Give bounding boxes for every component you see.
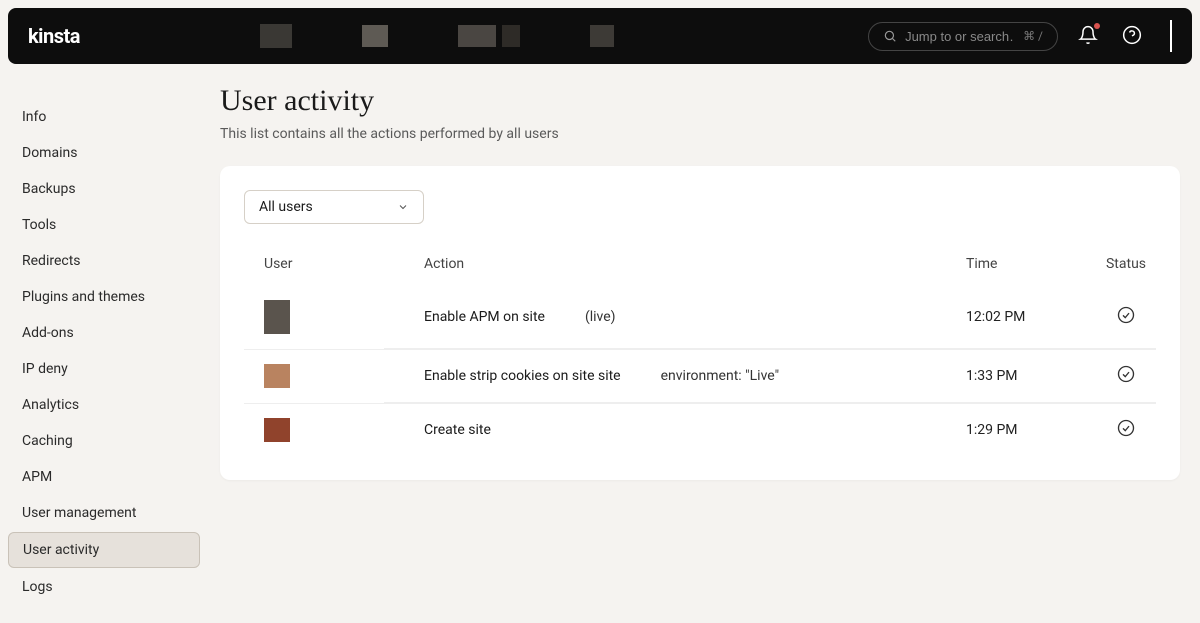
time-cell: 1:29 PM (966, 422, 1096, 438)
search-input[interactable] (905, 29, 1015, 44)
activity-card: All users User Action Time Status Enable… (220, 166, 1180, 480)
sidebar-item-add-ons[interactable]: Add-ons (8, 316, 200, 350)
notifications-button[interactable] (1074, 21, 1102, 52)
table-row: Enable strip cookies on site site enviro… (244, 349, 1156, 402)
avatar (264, 364, 290, 388)
sidebar-item-domains[interactable]: Domains (8, 136, 200, 170)
table-row: Create site 1:29 PM (244, 403, 1156, 456)
sidebar-item-logs[interactable]: Logs (8, 570, 200, 604)
action-text: Create site (424, 422, 491, 438)
action-extra: (live) (585, 309, 616, 325)
table-header: User Action Time Status (244, 246, 1156, 286)
sidebar-item-caching[interactable]: Caching (8, 424, 200, 458)
swatch (458, 25, 496, 47)
sidebar-item-plugins-and-themes[interactable]: Plugins and themes (8, 280, 200, 314)
table-row: Enable APM on site (live) 12:02 PM (244, 286, 1156, 348)
page-subtitle: This list contains all the actions perfo… (220, 126, 1180, 142)
swatch (502, 25, 520, 47)
chevron-down-icon (397, 201, 409, 213)
avatar (264, 300, 290, 334)
swatch (362, 25, 388, 47)
sidebar-item-ip-deny[interactable]: IP deny (8, 352, 200, 386)
sidebar-item-tools[interactable]: Tools (8, 208, 200, 242)
topbar-swatches (260, 24, 614, 48)
topbar-right: ⌘ / (868, 20, 1172, 52)
sidebar-item-analytics[interactable]: Analytics (8, 388, 200, 422)
status-cell (1096, 306, 1156, 328)
logo: kinsta (28, 24, 80, 48)
sidebar: InfoDomainsBackupsToolsRedirectsPlugins … (8, 84, 200, 606)
time-cell: 12:02 PM (966, 309, 1096, 325)
help-button[interactable] (1118, 21, 1146, 52)
user-filter-dropdown[interactable]: All users (244, 190, 424, 224)
time-cell: 1:33 PM (966, 368, 1096, 384)
status-cell (1096, 365, 1156, 387)
action-text: Enable APM on site (424, 309, 545, 325)
check-circle-icon (1117, 365, 1135, 383)
search-icon (883, 29, 897, 43)
activity-table: User Action Time Status Enable APM on si… (244, 246, 1156, 456)
swatch (260, 24, 292, 48)
topbar: kinsta ⌘ / (8, 8, 1192, 64)
column-time: Time (966, 256, 1096, 272)
search-shortcut: ⌘ / (1023, 29, 1043, 43)
column-user: User (244, 256, 424, 272)
sidebar-item-info[interactable]: Info (8, 100, 200, 134)
notification-dot (1094, 23, 1100, 29)
check-circle-icon (1117, 419, 1135, 437)
search-box[interactable]: ⌘ / (868, 22, 1058, 51)
sidebar-item-backups[interactable]: Backups (8, 172, 200, 206)
check-circle-icon (1117, 306, 1135, 324)
column-action: Action (424, 256, 966, 272)
avatar (264, 418, 290, 442)
dropdown-label: All users (259, 199, 313, 215)
action-extra: environment: "Live" (661, 368, 779, 384)
help-icon (1122, 25, 1142, 45)
page-title: User activity (220, 84, 1180, 118)
swatch (590, 25, 614, 47)
divider (1170, 20, 1172, 52)
status-cell (1096, 419, 1156, 441)
main-content: User activity This list contains all the… (220, 84, 1192, 606)
sidebar-item-user-management[interactable]: User management (8, 496, 200, 530)
action-text: Enable strip cookies on site site (424, 368, 621, 384)
sidebar-item-apm[interactable]: APM (8, 460, 200, 494)
column-status: Status (1096, 256, 1156, 272)
sidebar-item-user-activity[interactable]: User activity (8, 532, 200, 568)
sidebar-item-redirects[interactable]: Redirects (8, 244, 200, 278)
